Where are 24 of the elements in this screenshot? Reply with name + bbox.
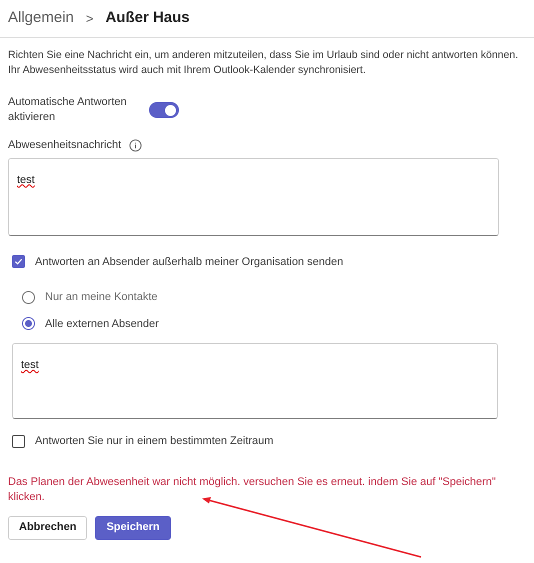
- checkbox[interactable]: [12, 255, 25, 268]
- checkbox-label: Antworten Sie nur in einem bestimmten Zeitraum: [35, 434, 274, 449]
- description-text: Richten Sie eine Nachricht ein, um anderen mitzuteilen, dass Sie im Urlaub sind oder nicht antworten können. Ihr Abwesenheitsstatus wird auch mit Ihrem Outlook-Kalender synchronisiert.: [8, 48, 520, 78]
- field-label: Abwesenheitsnachricht: [8, 138, 122, 153]
- radio-button[interactable]: [22, 317, 35, 330]
- field-value: test: [21, 359, 39, 371]
- radio-label: Alle externen Absender: [45, 316, 159, 332]
- radio-button[interactable]: [22, 290, 35, 304]
- checkbox[interactable]: [12, 434, 25, 448]
- radio-label: Nur an meine Kontakte: [45, 290, 158, 305]
- cancel-button[interactable]: Abbrechen: [8, 516, 88, 540]
- save-button[interactable]: Speichern: [95, 516, 171, 540]
- toggle-label: Automatische Antworten aktivieren: [8, 95, 128, 125]
- field-value: test: [17, 174, 35, 186]
- check-icon: [14, 257, 23, 266]
- message-field[interactable]: test: [12, 343, 498, 419]
- toggle-switch[interactable]: [149, 102, 179, 118]
- page-title: Außer Haus: [105, 8, 190, 28]
- checkbox-label: Antworten an Absender außerhalb meiner Organisation senden: [35, 254, 344, 270]
- info-icon[interactable]: [129, 138, 142, 152]
- message-field[interactable]: test: [8, 158, 499, 236]
- breadcrumb-separator: >: [86, 10, 94, 28]
- breadcrumb-link[interactable]: Allgemein: [8, 7, 74, 30]
- error-message: Das Planen der Abwesenheit war nicht möglich. versuchen Sie es erneut. indem Sie auf "Speichern" klicken.: [8, 474, 497, 504]
